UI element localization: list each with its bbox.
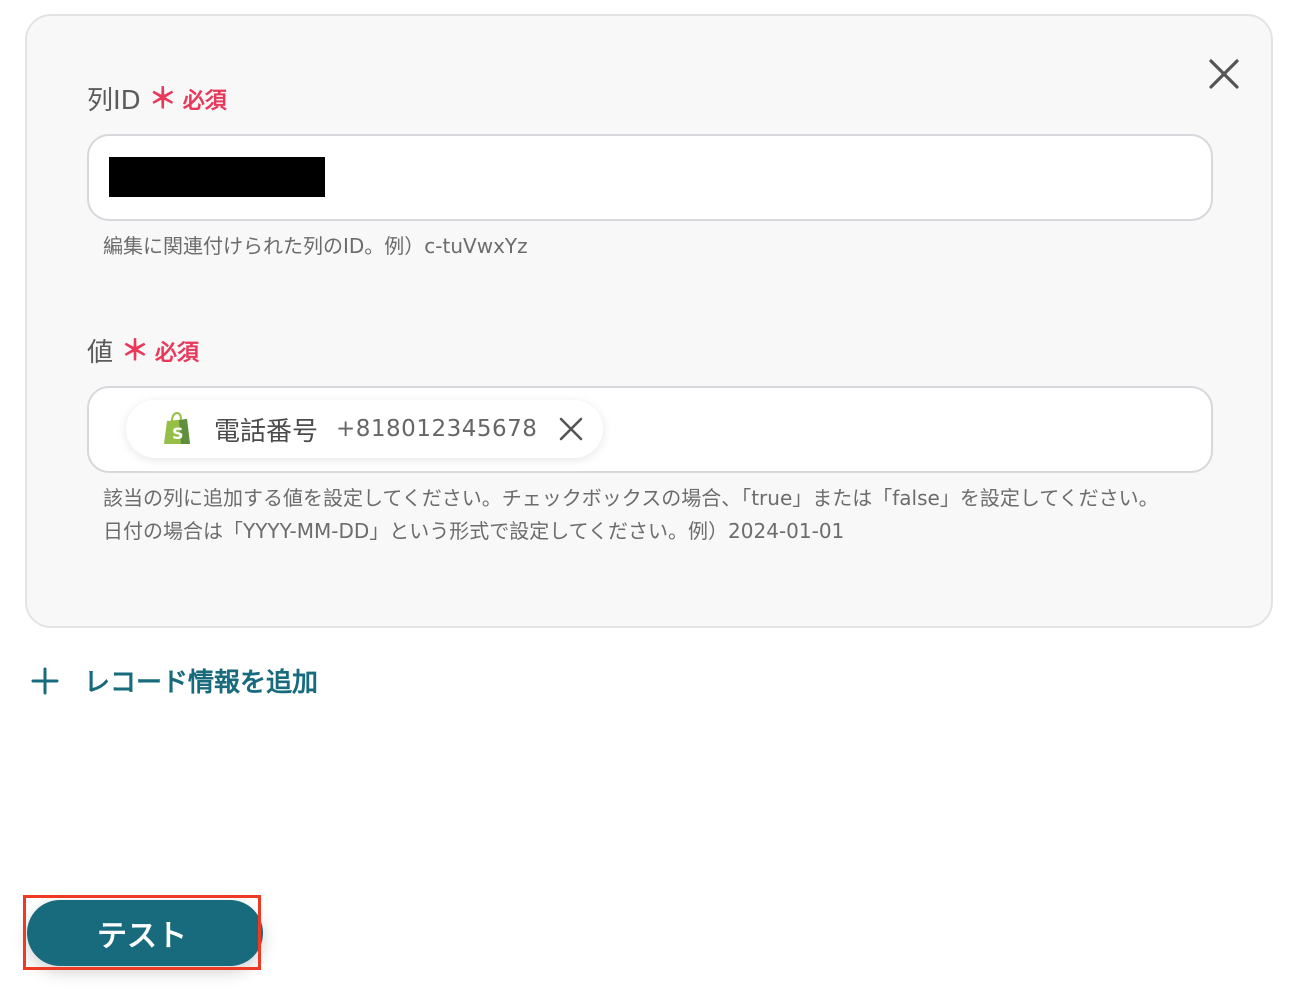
svg-text:S: S (172, 424, 184, 443)
redacted-value (109, 157, 325, 197)
required-text: 必須 (182, 88, 227, 114)
chip-remove-icon[interactable] (557, 415, 585, 443)
required-asterisk: ＊ (121, 333, 150, 367)
value-hint-line2: 日付の場合は「YYYY-MM-DD」という形式で設定してください。例）2024-… (103, 519, 845, 543)
value-input[interactable]: S 電話番号 +818012345678 (87, 386, 1213, 473)
chip-value: +818012345678 (336, 416, 538, 442)
shopify-bag-icon: S (164, 412, 190, 444)
value-label: 値 ＊ 必須 (87, 332, 199, 369)
column-id-label: 列ID ＊ 必須 (87, 80, 227, 117)
column-id-input[interactable] (87, 134, 1213, 221)
test-button[interactable]: テスト (27, 900, 263, 966)
value-label-text: 値 (87, 338, 114, 368)
close-icon[interactable] (1202, 52, 1246, 96)
plus-icon (31, 667, 59, 694)
variable-chip[interactable]: S 電話番号 +818012345678 (126, 400, 604, 458)
required-badge: ＊ 必須 (121, 335, 199, 367)
required-asterisk: ＊ (148, 81, 177, 115)
column-id-hint: 編集に関連付けられた列のID。例）c-tuVwxYz (103, 234, 528, 258)
value-hint-line1: 該当の列に追加する値を設定してください。チェックボックスの場合、「true」また… (103, 486, 1159, 510)
column-id-label-text: 列ID (87, 86, 141, 116)
add-record-button[interactable]: レコード情報を追加 (30, 662, 318, 699)
required-badge: ＊ 必須 (149, 83, 227, 115)
chip-label: 電話番号 (214, 416, 319, 447)
test-button-label: テスト (97, 919, 187, 954)
required-text: 必須 (155, 340, 200, 366)
record-settings-card: 列ID ＊ 必須 編集に関連付けられた列のID。例）c-tuVwxYz 値 ＊ … (25, 14, 1273, 628)
add-record-label: レコード情報を追加 (84, 668, 319, 698)
